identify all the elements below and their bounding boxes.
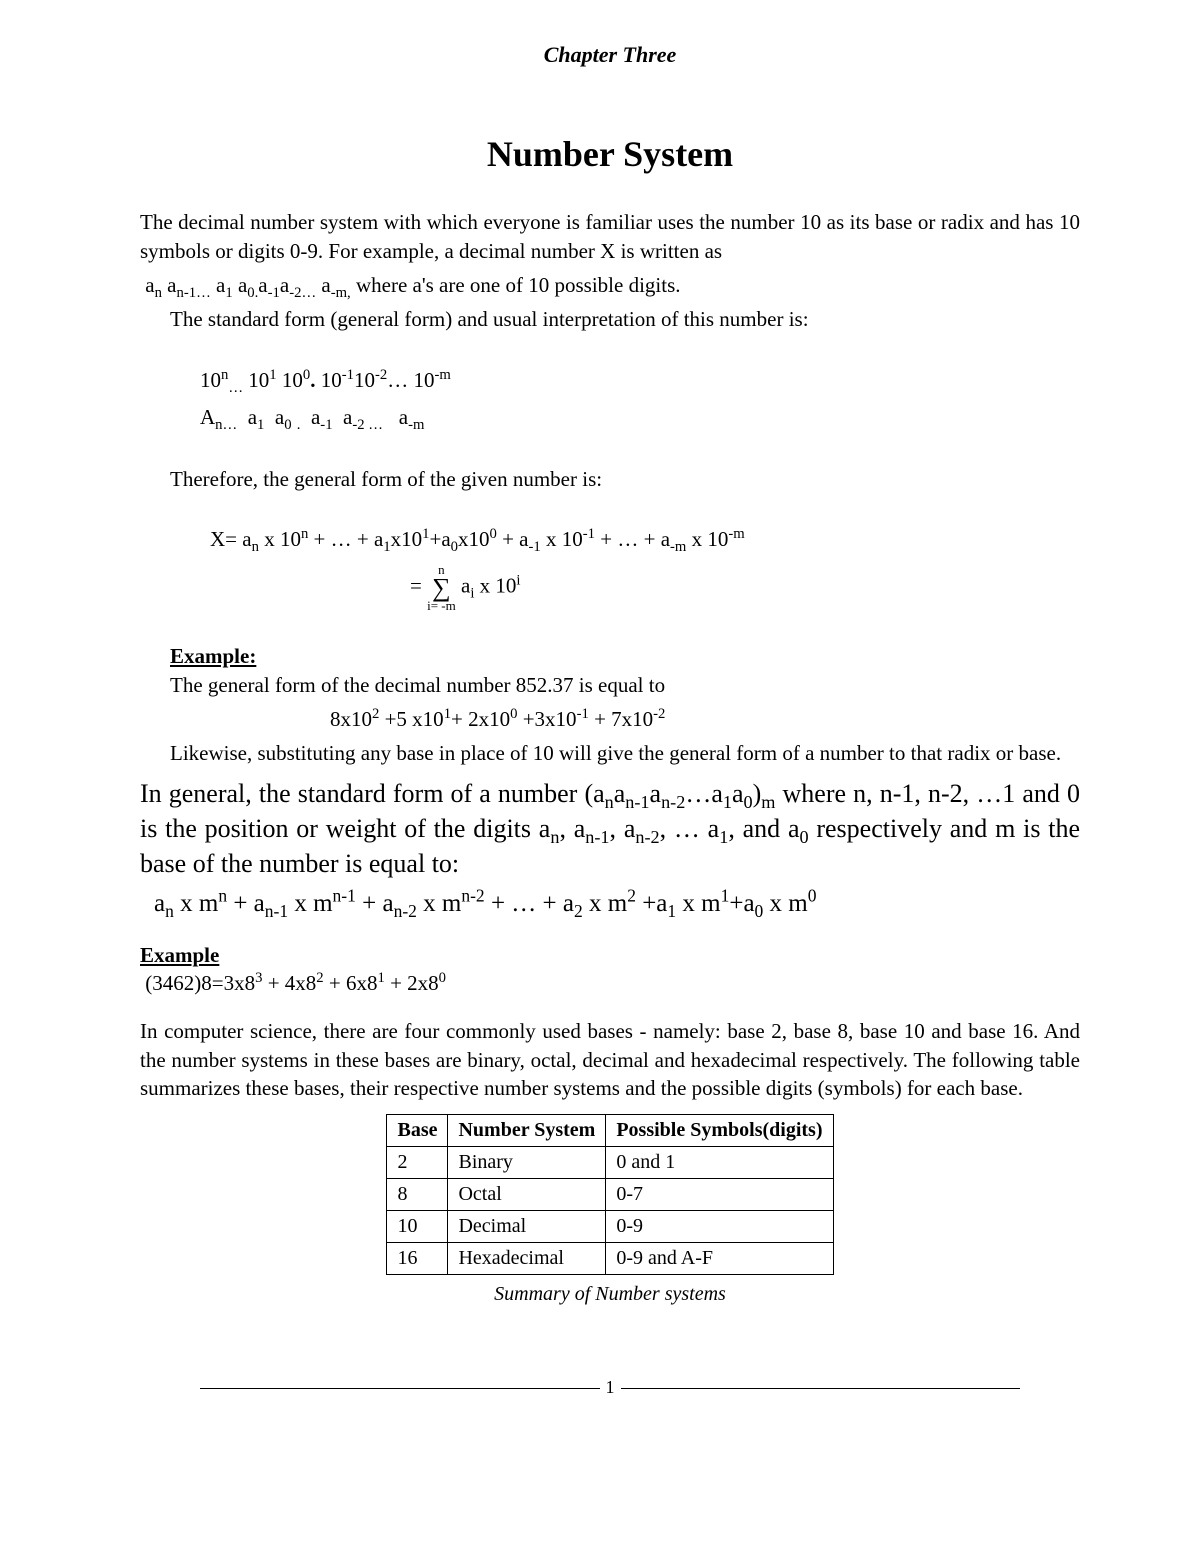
intro-paragraph-2: an an-1… a1 a0.a-1a-2… a-m, where a's ar… <box>140 271 1080 299</box>
cell-symbols: 0-9 <box>606 1211 833 1243</box>
example2-formula: (3462)8=3x83 + 4x82 + 6x81 + 2x80 <box>140 969 1080 997</box>
sigma-icon: n ∑ i= -m <box>427 563 456 612</box>
general-formula: an x mn + an-1 x mn-1 + an-2 x mn-2 + … … <box>154 887 1080 921</box>
example1-formula: 8x102 +5 x101+ 2x100 +3x10-1 + 7x10-2 <box>330 705 1080 733</box>
cell-base: 8 <box>387 1179 448 1211</box>
cell-symbols: 0 and 1 <box>606 1147 833 1179</box>
number-systems-table: Base Number System Possible Symbols(digi… <box>386 1114 833 1275</box>
coefficients-line: An… a1 a0 . a-1 a-2 … a-m <box>200 401 1080 435</box>
cell-system: Hexadecimal <box>448 1243 606 1275</box>
digit-notation: an an-1… a1 a0.a-1a-2… a-m, <box>140 273 351 297</box>
col-system: Number System <box>448 1115 606 1147</box>
table-caption: Summary of Number systems <box>140 1281 1080 1308</box>
page-number: 1 <box>600 1375 621 1399</box>
x-equation: X= an x 10n + … + a1x101+a0x100 + a-1 x … <box>210 523 1080 557</box>
cell-system: Binary <box>448 1147 606 1179</box>
therefore-line: Therefore, the general form of the given… <box>140 465 1080 493</box>
cell-base: 16 <box>387 1243 448 1275</box>
table-row: 16 Hexadecimal 0-9 and A-F <box>387 1243 833 1275</box>
table-row: 10 Decimal 0-9 <box>387 1211 833 1243</box>
example1-text: The general form of the decimal number 8… <box>140 671 1080 699</box>
col-base: Base <box>387 1115 448 1147</box>
standard-form-block: 10n… 101 100. 10-110-2… 10-m An… a1 a0 .… <box>200 364 1080 435</box>
cell-system: Octal <box>448 1179 606 1211</box>
intro-paragraph-3: The standard form (general form) and usu… <box>140 305 1080 333</box>
example1-label: Example: <box>140 642 1080 670</box>
cell-base: 2 <box>387 1147 448 1179</box>
chapter-label: Chapter Three <box>140 40 1080 70</box>
cell-base: 10 <box>387 1211 448 1243</box>
col-symbols: Possible Symbols(digits) <box>606 1115 833 1147</box>
summation-line: = n ∑ i= -m ai x 10i <box>410 563 1080 612</box>
example2-label: Example <box>140 941 1080 969</box>
intro2-rest: where a's are one of 10 possible digits. <box>351 273 681 297</box>
likewise-paragraph: Likewise, substituting any base in place… <box>140 739 1080 767</box>
cell-symbols: 0-9 and A-F <box>606 1243 833 1275</box>
table-row: 2 Binary 0 and 1 <box>387 1147 833 1179</box>
intro-paragraph-1: The decimal number system with which eve… <box>140 208 1080 265</box>
page-title: Number System <box>140 130 1080 179</box>
powers-line: 10n… 101 100. 10-110-2… 10-m <box>200 364 1080 398</box>
cell-symbols: 0-7 <box>606 1179 833 1211</box>
table-row: 8 Octal 0-7 <box>387 1179 833 1211</box>
cell-system: Decimal <box>448 1211 606 1243</box>
table-header-row: Base Number System Possible Symbols(digi… <box>387 1115 833 1147</box>
general-form-block: X= an x 10n + … + a1x101+a0x100 + a-1 x … <box>210 523 1080 612</box>
page-footer: 1 <box>200 1388 1020 1413</box>
general-standard-form-text: In general, the standard form of a numbe… <box>140 776 1080 881</box>
cs-bases-paragraph: In computer science, there are four comm… <box>140 1017 1080 1102</box>
